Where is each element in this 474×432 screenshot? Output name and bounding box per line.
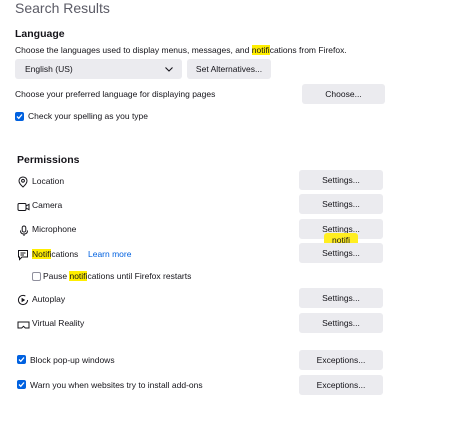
permission-notifications-label: Notifications: [32, 249, 79, 259]
camera-icon: [17, 200, 30, 212]
location-settings-button[interactable]: Settings...: [299, 170, 383, 190]
permissions-heading: Permissions: [17, 154, 80, 166]
search-highlight: notifi: [251, 45, 270, 55]
permission-autoplay-label: Autoplay: [32, 294, 66, 304]
learn-more-link[interactable]: Learn more: [88, 249, 131, 259]
language-heading: Language: [15, 28, 65, 40]
notification-icon: [17, 248, 29, 261]
location-icon: [17, 175, 29, 188]
warn-addons-checkbox[interactable]: [17, 380, 26, 389]
language-select[interactable]: English (US): [15, 59, 182, 79]
pause-notifications-label: Pause notifications until Firefox restar…: [43, 271, 192, 281]
set-alternatives-button[interactable]: Set Alternatives...: [187, 59, 271, 79]
microphone-icon: [18, 224, 30, 236]
autoplay-settings-button[interactable]: Settings...: [299, 288, 383, 308]
pause-notifications-checkbox[interactable]: [32, 272, 41, 281]
warn-addons-label: Warn you when websites try to install ad…: [30, 380, 203, 390]
search-highlight: Notifi: [32, 249, 52, 259]
vr-settings-button[interactable]: Settings...: [299, 313, 383, 333]
search-highlight: notifi: [69, 271, 88, 281]
permission-vr-label: Virtual Reality: [32, 318, 85, 328]
permission-camera-label: Camera: [32, 200, 63, 210]
choose-button[interactable]: Choose...: [302, 84, 385, 104]
addon-exceptions-button[interactable]: Exceptions...: [299, 375, 383, 395]
autoplay-icon: [17, 293, 29, 306]
block-popups-label: Block pop-up windows: [30, 355, 115, 365]
page-title: Search Results: [15, 0, 110, 16]
language-description: Choose the languages used to display men…: [15, 45, 347, 55]
camera-settings-button[interactable]: Settings...: [299, 194, 383, 214]
spelling-label: Check your spelling as you type: [28, 111, 149, 121]
chevron-down-icon: [165, 64, 173, 74]
popup-exceptions-button[interactable]: Exceptions...: [299, 350, 383, 370]
permission-location-label: Location: [32, 176, 65, 186]
vr-headset-icon: [17, 318, 30, 330]
permission-microphone-label: Microphone: [32, 224, 77, 234]
notifications-settings-button[interactable]: Settings...: [299, 243, 383, 263]
page-language-text: Choose your preferred language for displ…: [15, 89, 216, 99]
block-popups-checkbox[interactable]: [17, 355, 26, 364]
spelling-checkbox[interactable]: [15, 112, 24, 121]
